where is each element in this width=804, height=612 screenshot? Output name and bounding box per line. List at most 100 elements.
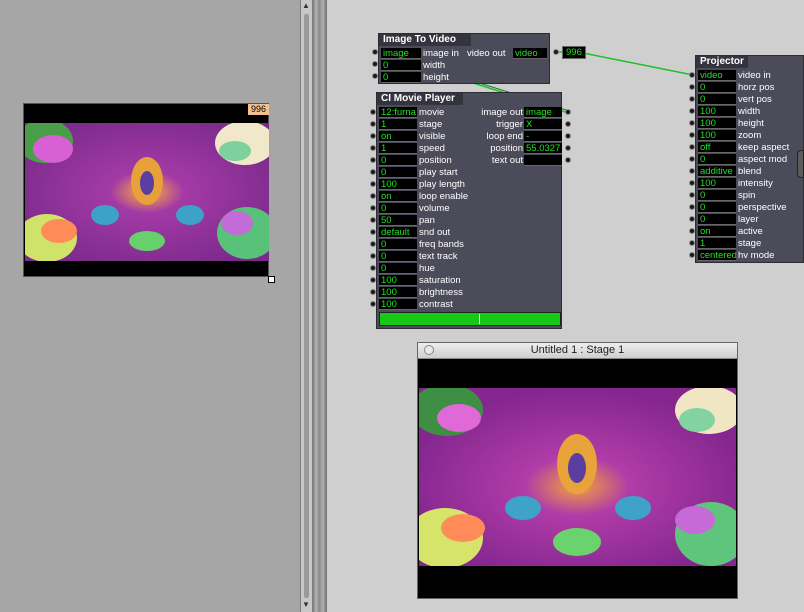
input-port[interactable] [689,228,695,234]
input-port[interactable] [370,205,376,211]
movie-player-input-label: brightness [419,287,463,298]
width-value[interactable]: 0 [381,60,421,71]
image-to-video-actor[interactable]: Image To Video image image in 0 width 0 … [378,33,550,84]
movie-player-input-value[interactable]: 100 [379,287,417,298]
movie-player-actor[interactable]: CI Movie Player 12:furna movie 1 stage on vis… [376,92,562,329]
projector-input-value[interactable]: centered [698,250,736,261]
playback-progress-bar[interactable] [379,312,561,326]
input-port[interactable] [370,217,376,223]
projector-input-value[interactable]: 0 [698,190,736,201]
input-port[interactable] [689,168,695,174]
input-port[interactable] [370,181,376,187]
output-port[interactable] [553,49,559,55]
movie-player-input-value[interactable]: 0 [379,251,417,262]
output-port[interactable] [565,133,571,139]
input-port[interactable] [372,61,378,67]
movie-player-input-value[interactable]: 0 [379,239,417,250]
input-port[interactable] [370,121,376,127]
input-port[interactable] [370,109,376,115]
input-port[interactable] [372,73,378,79]
movie-player-input-value[interactable]: 0 [379,203,417,214]
movie-player-input-value[interactable]: 1 [379,143,417,154]
projector-input-value[interactable]: 100 [698,130,736,141]
projector-input-value[interactable]: 0 [698,82,736,93]
close-window-icon[interactable] [424,345,434,355]
progress-fill [380,313,560,325]
input-port[interactable] [689,204,695,210]
input-port[interactable] [689,240,695,246]
input-port[interactable] [689,84,695,90]
movie-player-input-value[interactable]: on [379,131,417,142]
image-input-value[interactable]: image [381,48,421,59]
input-port[interactable] [370,289,376,295]
movie-player-input-value[interactable]: 100 [379,179,417,190]
input-port[interactable] [689,72,695,78]
projector-input-value[interactable]: 1 [698,238,736,249]
stage-window[interactable]: Untitled 1 : Stage 1 [417,342,738,599]
input-port[interactable] [370,265,376,271]
input-port[interactable] [372,49,378,55]
input-port[interactable] [370,145,376,151]
projector-input-value[interactable]: 100 [698,178,736,189]
input-port[interactable] [370,229,376,235]
movie-player-input-value[interactable]: 100 [379,275,417,286]
input-port[interactable] [689,180,695,186]
movie-player-input-value[interactable]: 0 [379,155,417,166]
input-port[interactable] [689,156,695,162]
movie-player-input-value[interactable]: default [379,227,417,238]
movie-player-input-value[interactable]: on [379,191,417,202]
input-port[interactable] [689,120,695,126]
movie-player-output-value[interactable]: X [524,119,562,130]
projector-input-value[interactable]: 0 [698,202,736,213]
height-value[interactable]: 0 [381,72,421,83]
input-port[interactable] [689,192,695,198]
projector-input-value[interactable]: 0 [698,214,736,225]
projector-input-value[interactable]: additive [698,166,736,177]
projector-input-value[interactable]: on [698,226,736,237]
movie-player-input-value[interactable]: 100 [379,299,417,310]
movie-player-input-value[interactable]: 1 [379,119,417,130]
movie-player-input-label: movie [419,107,445,118]
projector-actor[interactable]: Projector video video in 0 horz pos 0 vert po… [695,55,804,263]
movie-player-output-value[interactable]: - [524,131,562,142]
movie-player-input-value[interactable]: 0 [379,167,417,178]
height-label: height [423,72,449,83]
projector-input-value[interactable]: 0 [698,94,736,105]
output-port[interactable] [565,109,571,115]
projector-input-value[interactable]: off [698,142,736,153]
input-port[interactable] [689,108,695,114]
output-port[interactable] [565,157,571,163]
input-port[interactable] [689,132,695,138]
input-port[interactable] [370,241,376,247]
movie-player-output-label: loop end [486,131,523,142]
input-port[interactable] [689,216,695,222]
output-port[interactable] [565,145,571,151]
projector-input-value[interactable]: video [698,70,736,81]
output-port[interactable] [565,121,571,127]
input-port[interactable] [370,301,376,307]
input-port[interactable] [689,144,695,150]
movie-player-input-value[interactable]: 0 [379,263,417,274]
movie-player-input-value[interactable]: 50 [379,215,417,226]
movie-player-input-label: loop enable [419,191,469,202]
projector-input-value[interactable]: 100 [698,106,736,117]
projector-input-value[interactable]: 100 [698,118,736,129]
input-port[interactable] [689,96,695,102]
movie-player-output-value[interactable]: 55.0327 [524,143,562,154]
input-port[interactable] [370,169,376,175]
width-label: width [423,60,446,71]
movie-player-output-value[interactable] [524,155,562,166]
movie-player-output-value[interactable]: image [524,107,562,118]
movie-player-input-value[interactable]: 12:furna [379,107,417,118]
video-out-value[interactable]: video [513,48,547,59]
input-port[interactable] [689,252,695,258]
input-port[interactable] [370,157,376,163]
input-port[interactable] [370,133,376,139]
projector-expand-tab[interactable] [797,150,804,178]
input-port[interactable] [370,193,376,199]
input-port[interactable] [370,253,376,259]
input-port[interactable] [370,277,376,283]
projector-input-label: vert pos [738,94,772,105]
projector-input-value[interactable]: 0 [698,154,736,165]
projector-input-label: width [738,106,761,117]
